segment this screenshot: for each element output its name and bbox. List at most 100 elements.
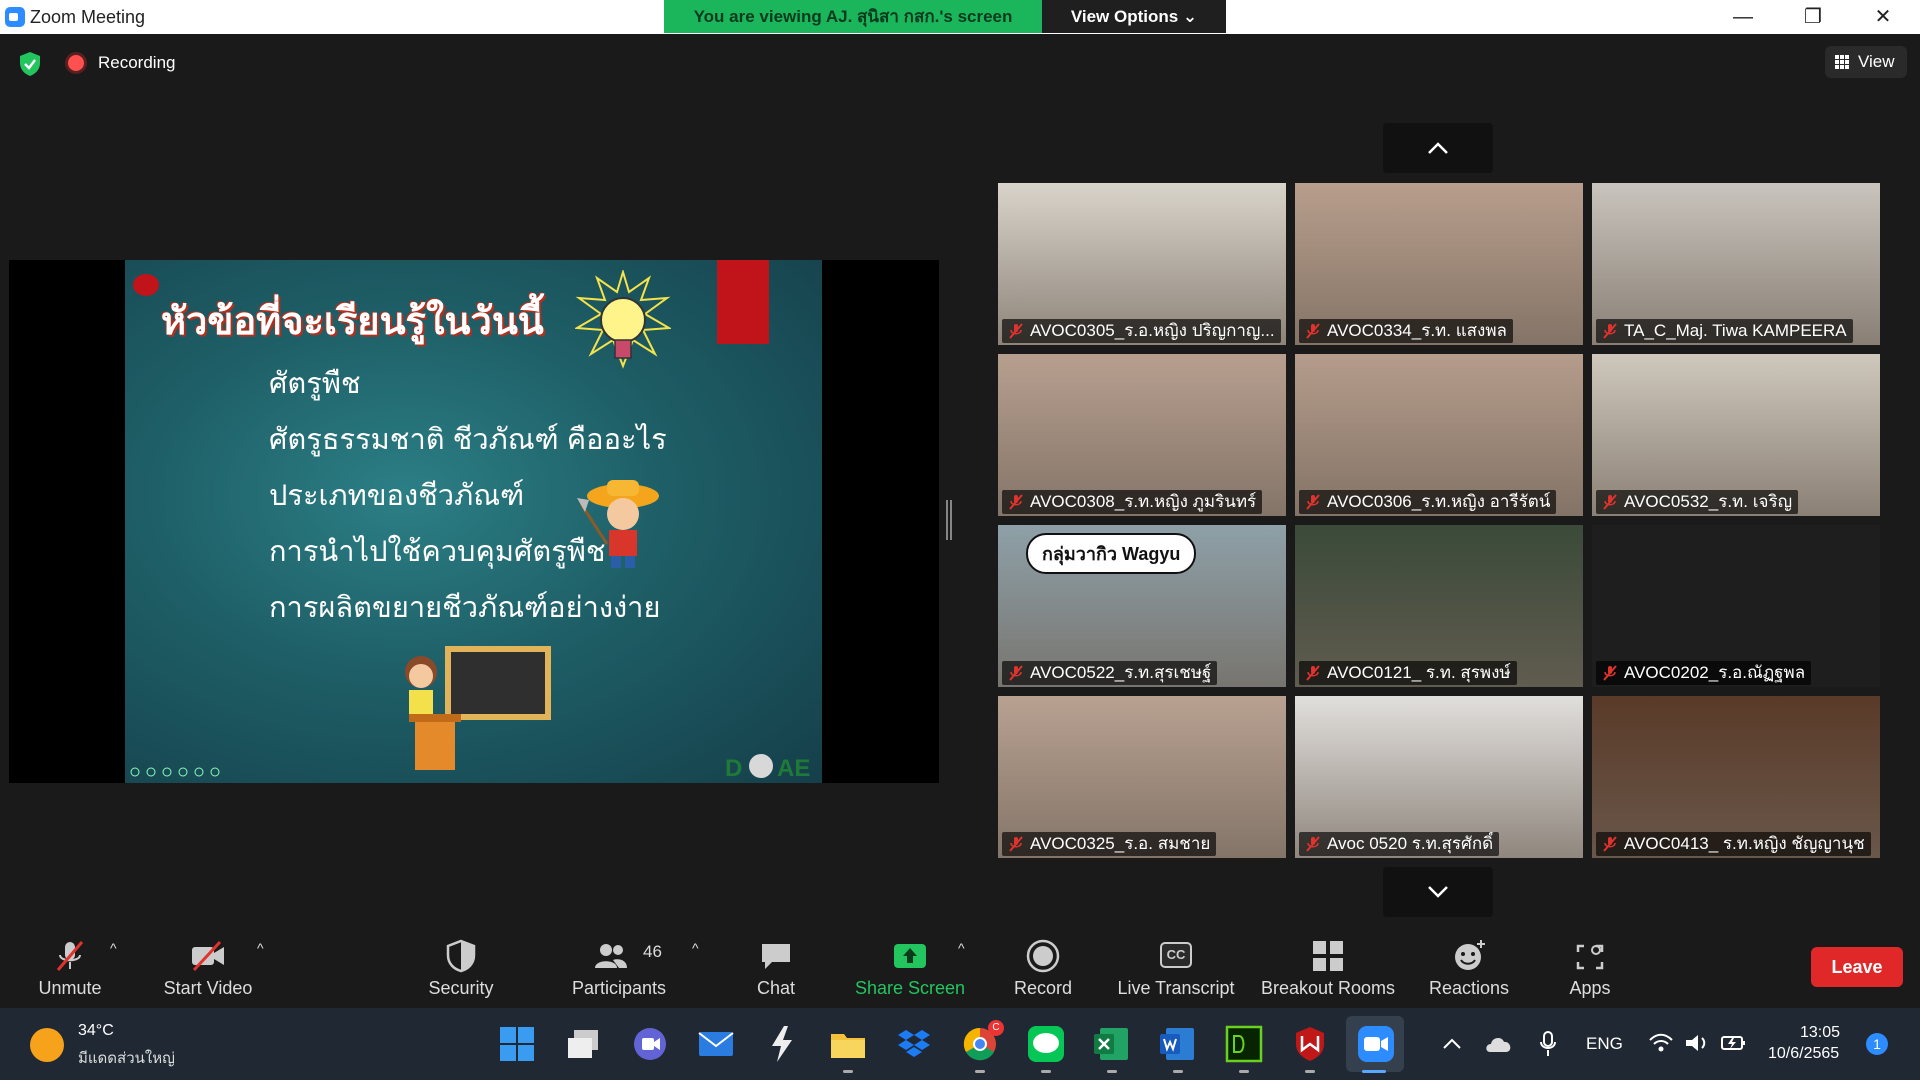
share-screen-button[interactable]: Share Screen bbox=[852, 924, 968, 1008]
lightning-app-icon[interactable] bbox=[762, 1024, 802, 1064]
participant-tile[interactable]: AVOC0306_ร.ท.หญิง อารีรัตน์ bbox=[1295, 354, 1583, 516]
participant-name-label: AVOC0413_ ร.ท.หญิง ชัญญานุช bbox=[1596, 832, 1871, 856]
recording-icon bbox=[68, 55, 84, 71]
slide-red-block bbox=[717, 260, 769, 344]
close-icon[interactable]: ✕ bbox=[1853, 0, 1913, 34]
windows-start-icon[interactable] bbox=[497, 1024, 537, 1064]
participant-tile[interactable]: AVOC0202_ร.อ.ณัฏฐพล bbox=[1592, 525, 1880, 687]
apps-button[interactable]: Apps bbox=[1550, 924, 1630, 1008]
participant-tile[interactable]: AVOC0334_ร.ท. แสงพล bbox=[1295, 183, 1583, 345]
taskbar-running-indicator bbox=[1041, 1070, 1051, 1073]
live-transcript-button[interactable]: CC Live Transcript bbox=[1112, 924, 1240, 1008]
svg-text:D: D bbox=[725, 755, 742, 780]
participants-count: 46 bbox=[643, 942, 662, 961]
show-hidden-icons-chevron-icon[interactable] bbox=[1440, 1034, 1464, 1054]
microphone-muted-icon bbox=[1603, 494, 1617, 510]
participant-tile[interactable]: AVOC0413_ ร.ท.หญิง ชัญญานุช bbox=[1592, 696, 1880, 858]
chat-label: Chat bbox=[756, 978, 796, 998]
breakout-rooms-icon bbox=[1313, 941, 1343, 971]
participant-tile[interactable]: AVOC0308_ร.ท.หญิง ภูมรินทร์ bbox=[998, 354, 1286, 516]
minimize-icon[interactable]: — bbox=[1713, 0, 1773, 34]
slide-controls[interactable] bbox=[129, 766, 239, 778]
battery-charging-icon[interactable] bbox=[1720, 1032, 1748, 1054]
security-button[interactable]: Security bbox=[416, 924, 506, 1008]
microphone-muted-icon bbox=[56, 941, 84, 971]
participant-tile[interactable]: AVOC0305_ร.อ.หญิง ปริญกาญ... bbox=[998, 183, 1286, 345]
participant-tile[interactable]: AVOC0325_ร.อ. สมชาย bbox=[998, 696, 1286, 858]
audio-options-caret-icon[interactable]: ^ bbox=[110, 940, 124, 956]
slide-title: หัวข้อที่จะเรียนรู้ในวันนี้ bbox=[161, 301, 544, 343]
volume-icon[interactable] bbox=[1684, 1032, 1710, 1054]
participant-name: AVOC0306_ร.ท.หญิง อารีรัตน์ bbox=[1327, 492, 1551, 511]
participant-tile[interactable]: Avoc 0520 ร.ท.สุรศักดิ์ bbox=[1295, 696, 1583, 858]
restore-icon[interactable]: ❐ bbox=[1783, 0, 1843, 34]
gallery-page-down-button[interactable] bbox=[1383, 867, 1493, 917]
microphone-muted-icon bbox=[1306, 323, 1320, 339]
task-view-icon[interactable] bbox=[564, 1024, 604, 1064]
participant-name-label: AVOC0305_ร.อ.หญิง ปริญกาญ... bbox=[1002, 319, 1281, 343]
participant-tile[interactable]: TA_C_Maj. Tiwa KAMPEERA bbox=[1592, 183, 1880, 345]
gallery-page-up-button[interactable] bbox=[1383, 123, 1493, 173]
zoom-logo-icon bbox=[5, 7, 25, 27]
line-icon[interactable] bbox=[1026, 1024, 1066, 1064]
taskbar-running-indicator bbox=[1305, 1070, 1315, 1073]
apps-icon bbox=[1576, 944, 1604, 970]
input-language-indicator[interactable]: ENG bbox=[1586, 1034, 1623, 1054]
clock-time[interactable]: 13:05 bbox=[1800, 1024, 1840, 1042]
teams-chat-icon[interactable] bbox=[630, 1024, 670, 1064]
tray-microphone-icon[interactable] bbox=[1538, 1030, 1558, 1058]
zoom-taskbar-icon[interactable] bbox=[1356, 1024, 1396, 1064]
record-button[interactable]: Record bbox=[1003, 924, 1083, 1008]
notification-badge[interactable]: 1 bbox=[1866, 1033, 1888, 1055]
reactions-button[interactable]: Reactions bbox=[1420, 924, 1518, 1008]
participant-tile[interactable]: กลุ่มวากิว Wagyu AVOC0522_ร.ท.สุรเชษฐ์ bbox=[998, 525, 1286, 687]
participant-tile[interactable]: AVOC0121_ ร.ท. สุรพงษ์ bbox=[1295, 525, 1583, 687]
participant-name: AVOC0202_ร.อ.ณัฏฐพล bbox=[1624, 663, 1806, 682]
mcafee-shield-icon[interactable] bbox=[1290, 1024, 1330, 1064]
participant-name-label: AVOC0306_ร.ท.หญิง อารีรัตน์ bbox=[1299, 490, 1557, 514]
chat-button[interactable]: Chat bbox=[736, 924, 816, 1008]
security-label: Security bbox=[428, 978, 494, 998]
slide-bullet: การผลิตขยายชีวภัณฑ์อย่างง่าย bbox=[269, 592, 661, 624]
chevron-down-icon bbox=[1428, 886, 1448, 898]
wifi-icon[interactable] bbox=[1648, 1032, 1674, 1054]
file-explorer-icon[interactable] bbox=[828, 1024, 868, 1064]
dropbox-icon[interactable] bbox=[894, 1024, 934, 1064]
mail-icon[interactable] bbox=[696, 1024, 736, 1064]
participants-button[interactable]: 46 Participants bbox=[555, 924, 683, 1008]
participant-name: TA_C_Maj. Tiwa KAMPEERA bbox=[1624, 321, 1847, 340]
word-icon[interactable] bbox=[1158, 1024, 1198, 1064]
leave-button[interactable]: Leave bbox=[1811, 947, 1903, 987]
view-options-button[interactable]: View Options ⌄ bbox=[1042, 0, 1226, 33]
taskbar-running-indicator bbox=[1239, 1070, 1249, 1073]
taskbar-running-indicator bbox=[1173, 1070, 1183, 1073]
participant-name-label: AVOC0325_ร.อ. สมชาย bbox=[1002, 832, 1217, 856]
participant-name: Avoc 0520 ร.ท.สุรศักดิ์ bbox=[1327, 834, 1494, 853]
encryption-shield-icon[interactable] bbox=[18, 51, 42, 77]
dreamweaver-icon[interactable] bbox=[1224, 1024, 1264, 1064]
microphone-muted-icon bbox=[1603, 323, 1617, 339]
share-options-caret-icon[interactable]: ^ bbox=[958, 940, 972, 956]
meeting-toolbar: Unmute ^ Start Video ^ Security 46 Parti… bbox=[0, 924, 1920, 1008]
onedrive-cloud-icon[interactable] bbox=[1484, 1032, 1514, 1056]
clock-date[interactable]: 10/6/2565 bbox=[1768, 1045, 1839, 1063]
chrome-profile-badge: C bbox=[988, 1020, 1004, 1036]
start-video-button[interactable]: Start Video bbox=[150, 924, 266, 1008]
participants-caret-icon[interactable]: ^ bbox=[692, 940, 706, 956]
slide-bullet: ศัตรูพืช bbox=[269, 368, 361, 400]
excel-icon[interactable] bbox=[1092, 1024, 1132, 1064]
microphone-muted-icon bbox=[1009, 494, 1023, 510]
unmute-button[interactable]: Unmute bbox=[20, 924, 120, 1008]
participant-tile[interactable]: AVOC0532_ร.ท. เจริญ bbox=[1592, 354, 1880, 516]
unmute-label: Unmute bbox=[38, 978, 102, 998]
apps-label: Apps bbox=[1569, 978, 1611, 998]
breakout-rooms-button[interactable]: Breakout Rooms bbox=[1258, 924, 1398, 1008]
microphone-muted-icon bbox=[1009, 665, 1023, 681]
view-button[interactable]: View bbox=[1825, 46, 1907, 78]
video-options-caret-icon[interactable]: ^ bbox=[257, 940, 271, 956]
view-label: View bbox=[1858, 52, 1895, 71]
participants-icon bbox=[595, 944, 628, 968]
participant-name-label: AVOC0121_ ร.ท. สุรพงษ์ bbox=[1299, 661, 1517, 685]
split-divider-handle[interactable] bbox=[946, 500, 952, 540]
weather-sun-icon[interactable] bbox=[30, 1028, 64, 1062]
